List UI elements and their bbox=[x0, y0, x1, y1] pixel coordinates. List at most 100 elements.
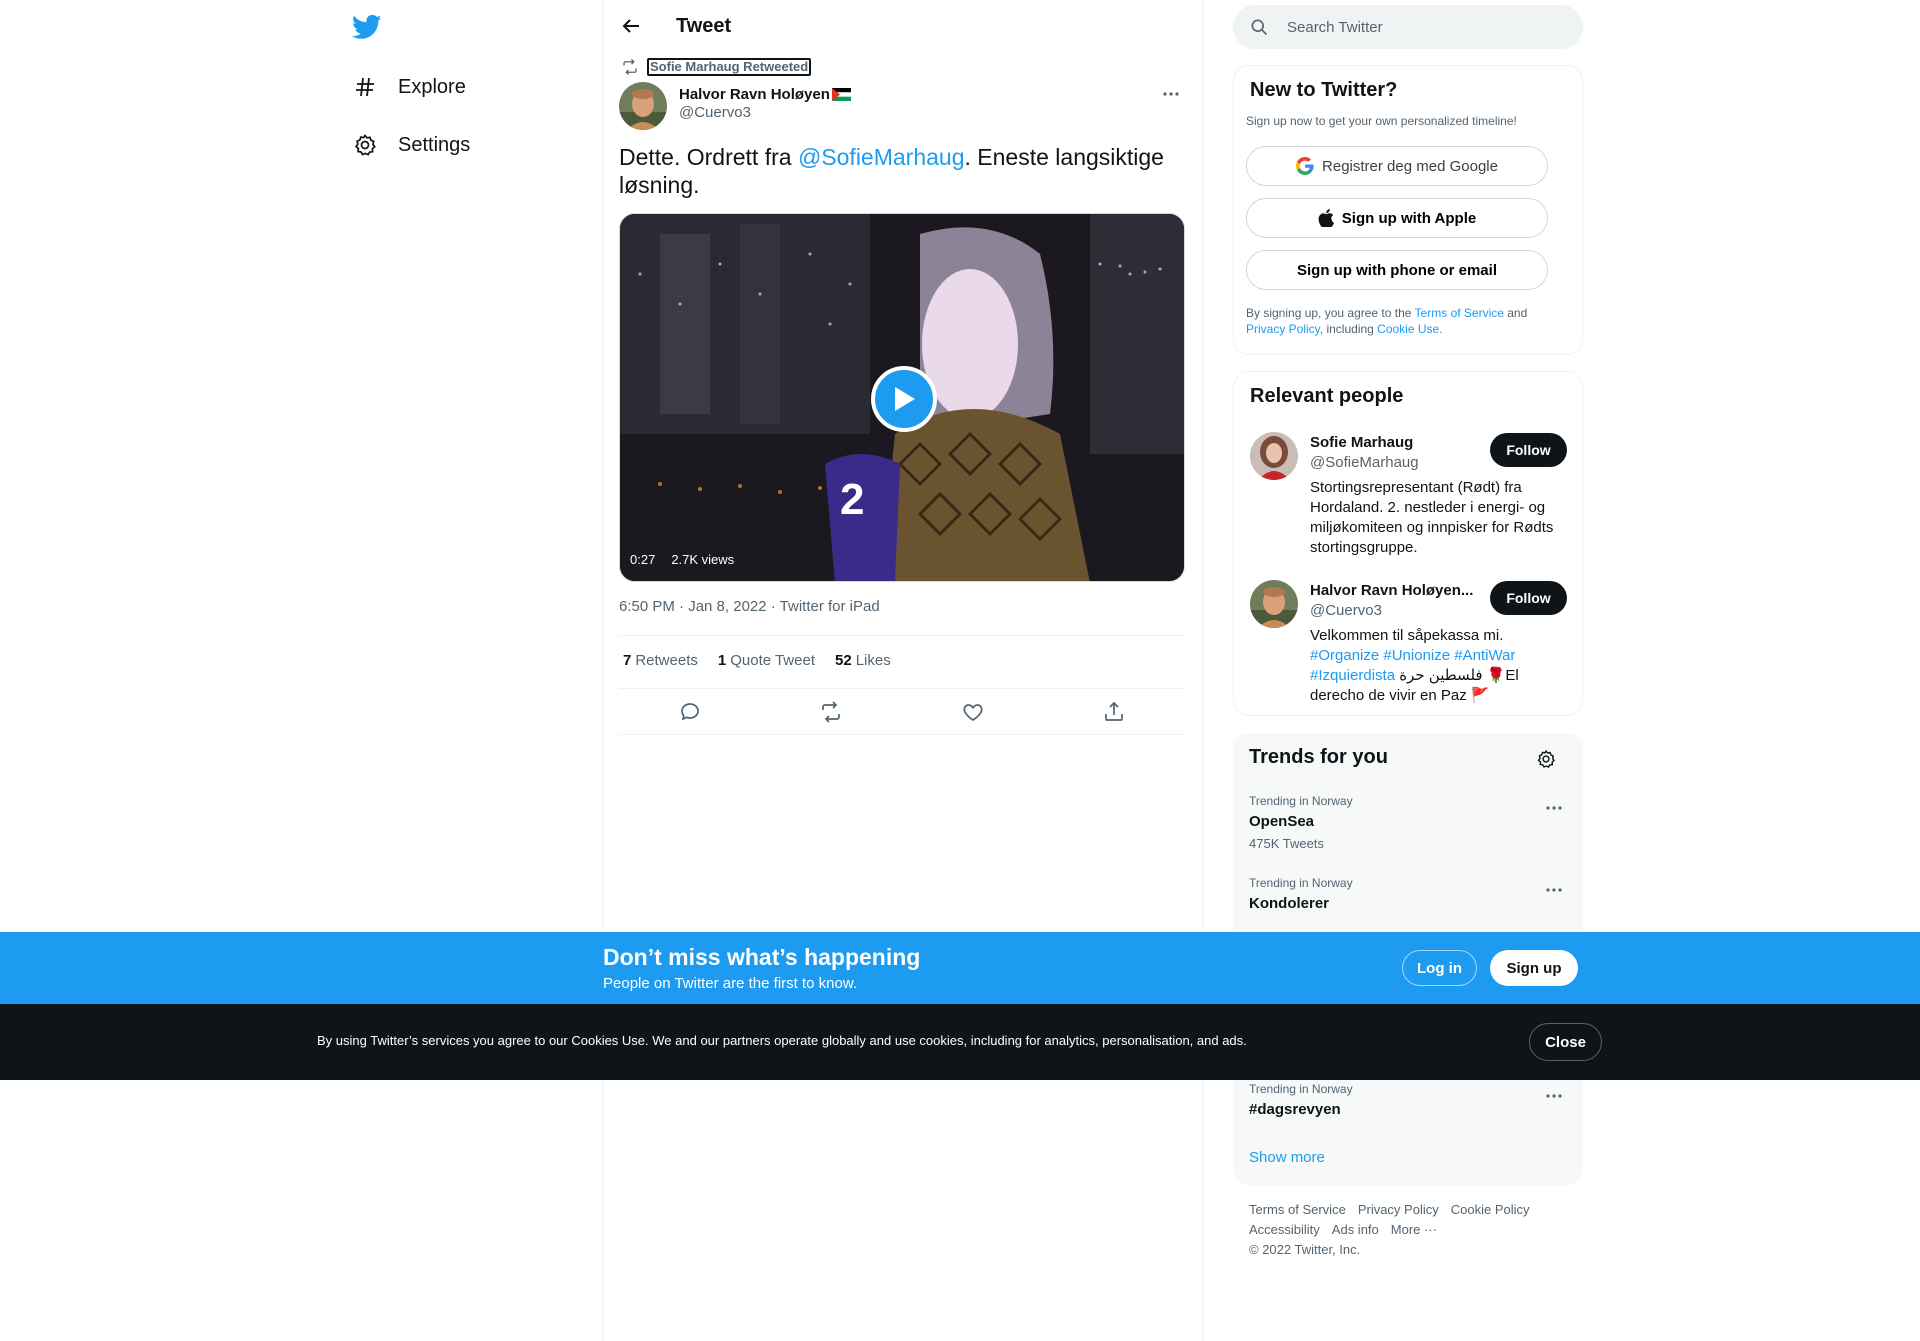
trend-item[interactable]: Trending in Norway Kondolerer bbox=[1249, 876, 1567, 912]
like-heart-icon[interactable] bbox=[961, 700, 985, 724]
terms-text-2: and bbox=[1503, 306, 1528, 320]
cookie-close-button[interactable]: Close bbox=[1529, 1023, 1602, 1061]
signup-terms: By signing up, you agree to the Terms of… bbox=[1246, 305, 1566, 337]
footer-link[interactable]: Privacy Policy bbox=[1358, 1200, 1439, 1220]
footer-link[interactable]: Cookie Policy bbox=[1451, 1200, 1530, 1220]
author-name[interactable]: Halvor Ravn Holøyen bbox=[679, 84, 851, 104]
cookie-banner: By using Twitter’s services you agree to… bbox=[0, 1004, 1920, 1080]
reply-icon[interactable] bbox=[678, 700, 702, 724]
nav-settings-label: Settings bbox=[398, 133, 471, 156]
tweet-mention-link[interactable]: @SofieMarhaug bbox=[798, 144, 965, 170]
signup-button[interactable]: Sign up bbox=[1490, 950, 1578, 986]
trend-more-icon[interactable] bbox=[1542, 878, 1566, 902]
author-avatar[interactable] bbox=[619, 82, 667, 130]
trend-more-icon[interactable] bbox=[1542, 1084, 1566, 1108]
show-more-link[interactable]: Show more bbox=[1249, 1149, 1325, 1166]
follow-button[interactable]: Follow bbox=[1490, 581, 1567, 615]
google-logo-icon bbox=[1296, 157, 1314, 175]
login-banner: Don’t miss what’s happening People on Tw… bbox=[0, 932, 1920, 1004]
signup-title: New to Twitter? bbox=[1250, 79, 1398, 101]
person-bio: Velkommen til såpekassa mi. #Organize #U… bbox=[1310, 626, 1560, 706]
trend-item[interactable]: Trending in Norway OpenSea 475K Tweets bbox=[1249, 794, 1567, 851]
video-duration: 0:27 bbox=[630, 552, 656, 567]
divider bbox=[619, 734, 1185, 735]
hashtag-icon bbox=[352, 74, 378, 100]
person-bio: Stortingsrepresentant (Rødt) fra Hordala… bbox=[1310, 479, 1554, 556]
google-signup-button[interactable]: Registrer deg med Google bbox=[1246, 146, 1548, 186]
twitter-logo-icon[interactable] bbox=[352, 12, 382, 42]
person-avatar[interactable] bbox=[1250, 432, 1298, 480]
nav-settings[interactable]: Settings bbox=[352, 125, 470, 165]
trend-context: Trending in Norway bbox=[1249, 876, 1353, 890]
terms-text-1: By signing up, you agree to the bbox=[1246, 306, 1415, 320]
nav-explore-label: Explore bbox=[398, 75, 466, 98]
footer-link[interactable]: Accessibility bbox=[1249, 1220, 1320, 1240]
page-title: Tweet bbox=[676, 15, 732, 37]
trends-title: Trends for you bbox=[1249, 746, 1388, 768]
phone-signup-label: Sign up with phone or email bbox=[1296, 261, 1497, 279]
person-handle[interactable]: @Cuervo3 bbox=[1310, 602, 1382, 619]
cookie-use-link[interactable]: Cookie Use. bbox=[1377, 322, 1442, 336]
likes-stat[interactable]: 52 Likes bbox=[835, 652, 891, 669]
search-icon bbox=[1251, 19, 1268, 36]
trend-more-icon[interactable] bbox=[1542, 796, 1566, 820]
privacy-policy-link[interactable]: Privacy Policy bbox=[1246, 322, 1320, 336]
nav-explore[interactable]: Explore bbox=[352, 67, 466, 107]
more-options-icon[interactable] bbox=[1159, 82, 1183, 106]
trend-name: #dagsrevyen bbox=[1249, 1101, 1341, 1118]
person-name[interactable]: Halvor Ravn Holøyen... bbox=[1310, 582, 1480, 599]
tweet-text: Dette. Ordrett fra @SofieMarhaug. Eneste… bbox=[619, 143, 1189, 199]
person-name[interactable]: Sofie Marhaug bbox=[1310, 434, 1480, 451]
phone-signup-button[interactable]: Sign up with phone or email bbox=[1246, 250, 1548, 290]
trend-context: Trending in Norway bbox=[1249, 794, 1353, 808]
terms-of-service-link[interactable]: Terms of Service bbox=[1415, 306, 1504, 320]
page-header: Tweet bbox=[603, 0, 1202, 53]
trends-settings-gear-icon[interactable] bbox=[1536, 749, 1556, 769]
video-meta: 0:27 2.7K views bbox=[628, 550, 742, 569]
retweet-action-icon[interactable] bbox=[819, 700, 843, 724]
retweeted-by-link[interactable]: Sofie Marhaug Retweeted bbox=[647, 58, 812, 76]
video-views: 2.7K views bbox=[671, 552, 735, 567]
footer-links: Terms of Service Privacy Policy Cookie Pol… bbox=[1249, 1200, 1569, 1260]
signup-subtitle: Sign up now to get your own personalized… bbox=[1246, 114, 1517, 128]
share-icon[interactable] bbox=[1102, 700, 1126, 724]
quotes-label: Quote Tweet bbox=[730, 652, 815, 669]
footer-more-link[interactable]: More ··· bbox=[1391, 1220, 1437, 1240]
trend-item[interactable]: Trending in Norway #dagsrevyen bbox=[1249, 1082, 1567, 1118]
retweets-label: Retweets bbox=[635, 652, 698, 669]
person-handle[interactable]: @SofieMarhaug bbox=[1310, 454, 1419, 471]
author-handle[interactable]: @Cuervo3 bbox=[679, 104, 851, 121]
tweet-timestamp[interactable]: 6:50 PM · Jan 8, 2022 · Twitter for iPad bbox=[619, 598, 880, 615]
likes-count: 52 bbox=[835, 652, 852, 669]
footer-link[interactable]: Ads info bbox=[1332, 1220, 1379, 1240]
quotes-count: 1 bbox=[717, 652, 727, 669]
play-button[interactable] bbox=[871, 366, 937, 432]
follow-button[interactable]: Follow bbox=[1490, 433, 1567, 467]
svg-text:2: 2 bbox=[840, 475, 864, 524]
tweet-text-start: Dette. Ordrett fra bbox=[619, 144, 798, 170]
apple-signup-label: Sign up with Apple bbox=[1341, 209, 1477, 227]
google-signup-label: Registrer deg med Google bbox=[1322, 157, 1498, 175]
apple-signup-button[interactable]: Sign up with Apple bbox=[1246, 198, 1548, 238]
trend-count: 475K Tweets bbox=[1249, 836, 1324, 851]
tweet-video[interactable]: 2 0:27 2.7K views bbox=[619, 213, 1185, 582]
search-input[interactable] bbox=[1287, 18, 1557, 36]
quotes-stat[interactable]: 1 Quote Tweet bbox=[718, 652, 815, 669]
tweet-stats: 7 Retweets 1 Quote Tweet 52 Likes bbox=[623, 652, 891, 669]
retweet-icon bbox=[623, 59, 637, 75]
search-box[interactable] bbox=[1233, 5, 1583, 49]
retweet-context: Sofie Marhaug Retweeted bbox=[619, 58, 812, 76]
cookie-text: By using Twitter’s services you agree to… bbox=[317, 1033, 1247, 1048]
footer-link[interactable]: Terms of Service bbox=[1249, 1200, 1346, 1220]
divider bbox=[619, 688, 1185, 689]
palestine-flag-icon bbox=[831, 87, 851, 101]
trend-name: OpenSea bbox=[1249, 813, 1315, 830]
relevant-people-title: Relevant people bbox=[1250, 385, 1404, 407]
back-arrow-icon[interactable] bbox=[619, 14, 643, 38]
apple-logo-icon bbox=[1318, 209, 1334, 227]
banner-subtitle: People on Twitter are the first to know. bbox=[603, 975, 858, 992]
retweets-stat[interactable]: 7 Retweets bbox=[623, 652, 698, 669]
tweet-author: Halvor Ravn Holøyen @Cuervo3 bbox=[619, 82, 851, 130]
person-avatar[interactable] bbox=[1250, 580, 1298, 628]
login-button[interactable]: Log in bbox=[1402, 950, 1477, 986]
